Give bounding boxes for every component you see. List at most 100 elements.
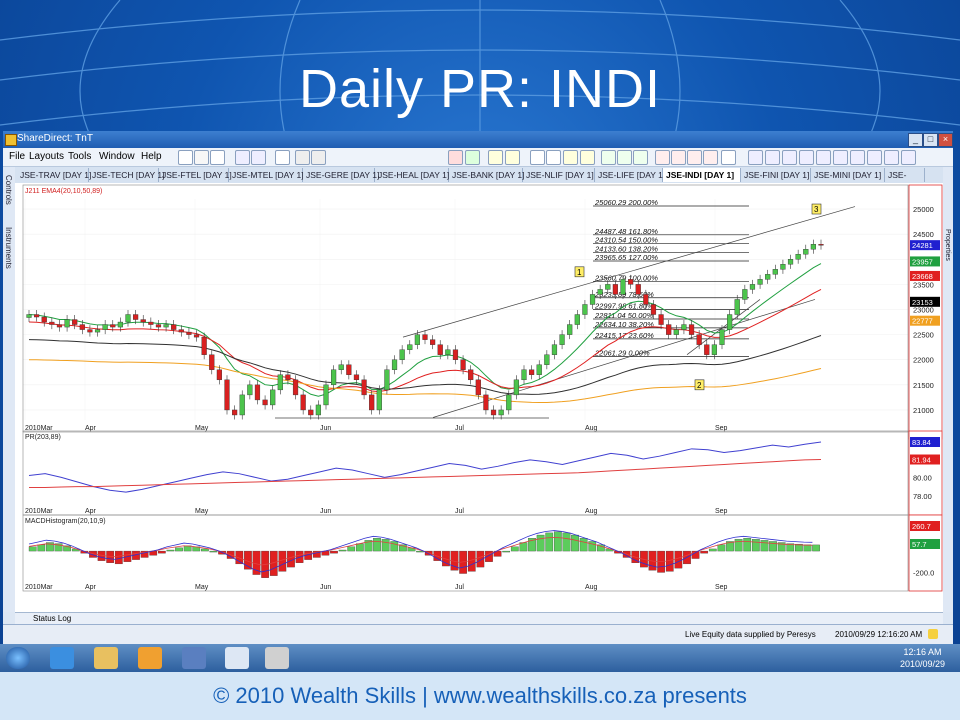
new-chart-icon[interactable] [178,150,193,165]
save-layout-icon[interactable] [210,150,225,165]
grid-icon[interactable] [530,150,545,165]
search-icon[interactable] [275,150,290,165]
ray-icon[interactable] [867,150,882,165]
macd-bar [812,544,820,552]
candle-body [41,316,47,323]
macd-value-text: 260.7 [912,522,931,531]
tab-jse-mini-day-1[interactable]: JSE-MINI [DAY 1] [811,168,885,182]
cascade-icon[interactable] [251,150,266,165]
crosshair-icon[interactable] [546,150,561,165]
close-icon[interactable]: × [938,133,953,147]
study-icon[interactable] [617,150,632,165]
menu-layouts[interactable]: Layouts [29,151,64,162]
candle-body [810,244,816,250]
media-player-icon[interactable] [138,647,162,669]
minimize-icon[interactable]: _ [908,133,923,147]
text-tool-icon[interactable] [833,150,848,165]
tools-icon[interactable] [182,647,206,669]
candle-body [673,329,679,335]
indicator-icon[interactable] [601,150,616,165]
clock-icon[interactable] [901,150,916,165]
alert-icon[interactable] [671,150,686,165]
tab-jse-life-day-1[interactable]: JSE-LIFE [DAY 1] [595,168,665,182]
print-icon[interactable] [295,150,310,165]
fib-level-label: 25060.29 200.00% [594,198,658,207]
settings-icon[interactable] [311,150,326,165]
open-layout-icon[interactable] [194,150,209,165]
price-label-text: 23957 [912,257,933,266]
y-tick-label: 22000 [913,356,934,365]
fib-icon[interactable] [765,150,780,165]
macd-x-label: Aug [585,584,598,591]
refresh-icon[interactable] [721,150,736,165]
menu-tools[interactable]: Tools [68,151,91,162]
pr-line-signal [29,459,822,488]
system-clock[interactable]: 12:16 AM 2010/09/29 [900,646,945,670]
tab-jse-gere-day-1[interactable]: JSE-GERE [DAY 1] [303,168,379,182]
notification-icon[interactable] [928,629,938,639]
macd-bar [510,546,519,552]
properties-tab[interactable]: Properties [944,229,951,261]
maximize-icon[interactable]: □ [923,133,938,147]
sharedirect-window: ShareDirect: TnT _ □ × File Layouts Tool… [3,131,953,645]
pitchfork-icon[interactable] [816,150,831,165]
fib-level-label: 22811.04 50.00% [594,311,654,320]
tab-jse-fini-day-1[interactable]: JSE-FINI [DAY 1] [741,168,811,182]
candle-body [110,324,116,328]
tab-jse-nlif-day-1[interactable]: JSE-NLIF [DAY 1] [523,168,595,182]
macd-bar [571,534,579,552]
tab-jse-heal-day-1[interactable]: JSE-HEAL [DAY 1] [375,168,449,182]
channel-icon[interactable] [799,150,814,165]
candle-body [757,279,763,285]
file-explorer-icon[interactable] [94,647,118,669]
window-titlebar[interactable]: ShareDirect: TnT _ □ × [3,131,953,148]
pr-x-label: Sep [715,508,728,515]
instruments-tab[interactable]: Instruments [4,227,13,269]
candle-body [414,334,420,345]
wave-icon[interactable] [884,150,899,165]
candles-icon[interactable] [488,150,503,165]
menu-window[interactable]: Window [99,151,135,162]
candle-body [163,324,169,328]
start-button-icon[interactable] [6,647,30,669]
menu-help[interactable]: Help [141,151,162,162]
chart-svg[interactable]: J211 EMA4(20,10,50,89) 25060.29 200.00% 2… [15,183,943,612]
controls-tab[interactable]: Controls [4,175,13,205]
candle-body [628,279,634,285]
zoom-in-icon[interactable] [563,150,578,165]
tnt-taskbar-icon[interactable] [265,647,289,669]
trendline-icon[interactable] [782,150,797,165]
menu-file[interactable]: File [9,151,25,162]
calendar-icon[interactable] [655,150,670,165]
price-label-text: 23668 [912,272,933,281]
tab-jse[interactable]: JSE- [885,168,925,182]
tab-jse-bank-day-1[interactable]: JSE-BANK [DAY 1] [449,168,524,182]
right-sidebar: Properties [943,167,953,612]
arrow-tool-icon[interactable] [850,150,865,165]
macd-x-label: Sep [715,584,728,591]
candle-body [452,349,459,360]
tab-jse-tech-day-1[interactable]: JSE-TECH [DAY 1] [89,168,164,182]
taskbar: 12:16 AM 2010/09/29 [0,644,960,672]
tab-jse-ftel-day-1[interactable]: JSE-FTEL [DAY 1] [159,168,232,182]
ohlc-icon[interactable] [505,150,520,165]
slide-title: Daily PR: INDI [298,59,662,119]
eraser-icon[interactable] [703,150,718,165]
line-chart-icon[interactable] [465,150,480,165]
gear-icon[interactable] [748,150,763,165]
tab-jse-indi-day-1[interactable]: JSE-INDI [DAY 1] [663,168,741,182]
template-icon[interactable] [633,150,648,165]
zoom-out-icon[interactable] [580,150,595,165]
candle-body [719,329,725,345]
bar-chart-icon[interactable] [448,150,463,165]
candle-body [376,389,382,411]
pencil-icon[interactable] [687,150,702,165]
status-log-label[interactable]: Status Log [33,614,71,623]
tab-jse-mtel-day-1[interactable]: JSE-MTEL [DAY 1] [229,168,304,182]
pr-x-label: Aug [585,508,598,515]
candle-body [818,244,824,246]
tile-icon[interactable] [235,150,250,165]
internet-explorer-icon[interactable] [50,647,74,669]
sharedirect-taskbar-icon[interactable] [225,647,249,669]
tab-jse-trav-day-1[interactable]: JSE-TRAV [DAY 1] [17,168,91,182]
